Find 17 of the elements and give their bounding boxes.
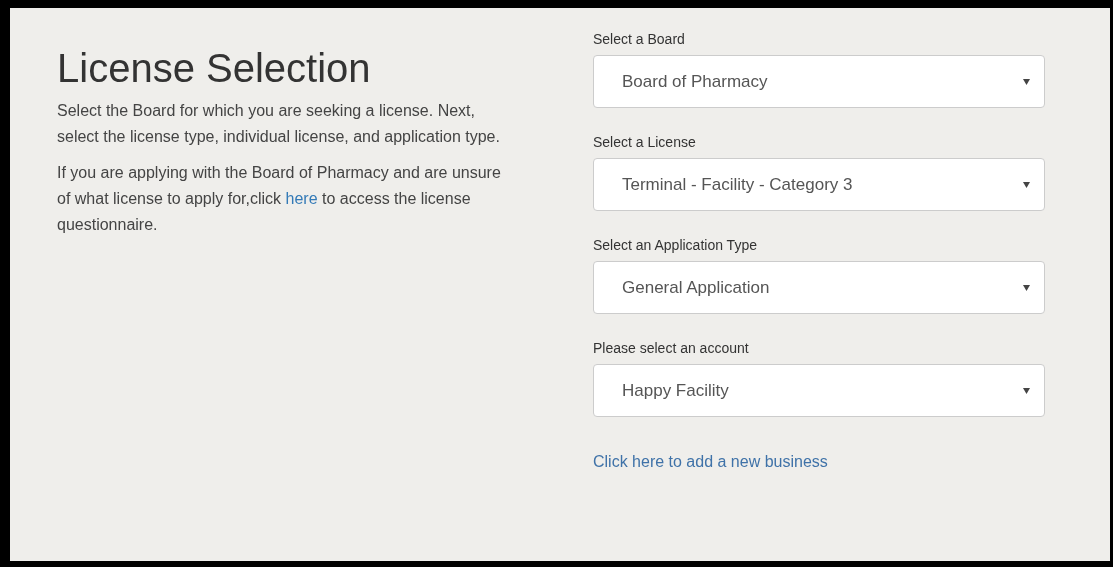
field-label: Please select an account [593, 339, 750, 357]
select-field[interactable]: Happy Facility [593, 364, 1045, 417]
field-label: Select a License [593, 133, 697, 151]
caret-icon [1023, 387, 1030, 394]
page-title: License Selection [57, 46, 372, 90]
field-label: Select a Board [593, 30, 686, 48]
select-field[interactable]: Terminal - Facility - Category 3 [593, 158, 1045, 211]
caret-icon [1023, 78, 1030, 85]
description-paragraph: If you are applying with the Board of Pharmacy and are unsure of what license to apply for,click here to access the license questionnaire. [57, 163, 502, 235]
caret-icon [1023, 181, 1030, 188]
select-field[interactable]: Board of Pharmacy [593, 55, 1045, 108]
select-field[interactable]: General Application [593, 261, 1045, 314]
questionnaire-link[interactable]: here [285, 190, 318, 207]
field-label: Select an Application Type [593, 236, 758, 254]
caret-icon [1023, 284, 1030, 291]
add-business-link[interactable]: Click here to add a new business [593, 452, 828, 472]
description-paragraph: Select the Board for which you are seeking a license. Next, select the license type, individual license, and application type. [57, 101, 501, 147]
